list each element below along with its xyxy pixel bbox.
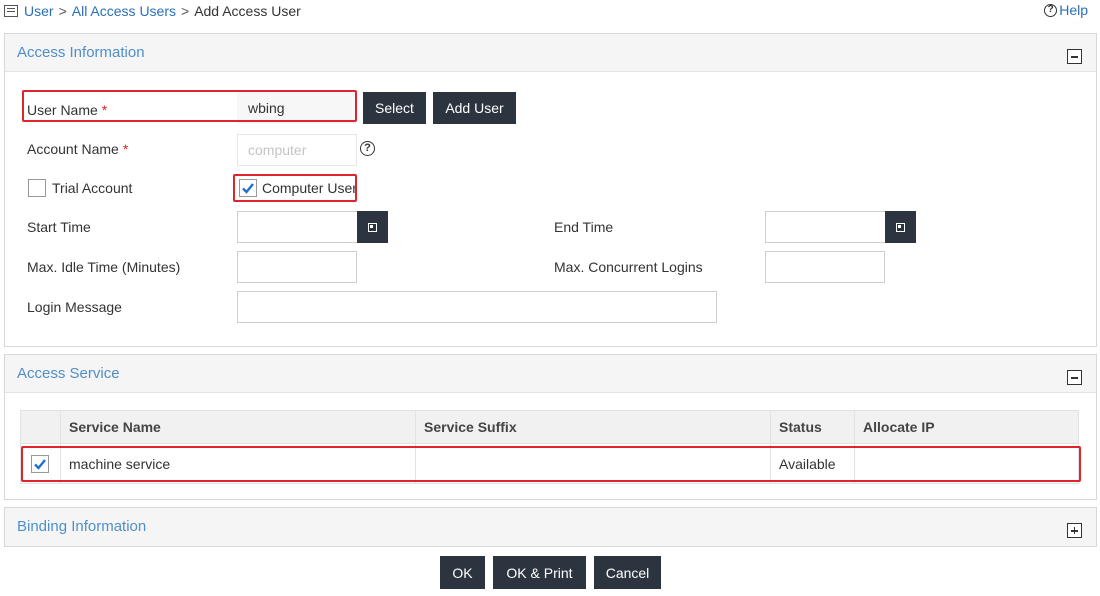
column-header-status[interactable]: Status bbox=[771, 410, 854, 444]
ok-button[interactable]: OK bbox=[440, 556, 485, 589]
cancel-button[interactable]: Cancel bbox=[594, 556, 661, 589]
end-time-input[interactable] bbox=[765, 211, 886, 243]
column-header-service-suffix[interactable]: Service Suffix bbox=[416, 410, 770, 444]
trial-account-label: Trial Account bbox=[52, 180, 133, 196]
access-service-header[interactable]: Access Service bbox=[5, 355, 1096, 393]
row-select-checkbox[interactable] bbox=[31, 455, 49, 473]
service-name-cell: machine service bbox=[69, 456, 171, 472]
calendar-icon bbox=[896, 222, 905, 232]
computer-user-checkbox[interactable] bbox=[239, 179, 257, 197]
breadcrumb-current: Add Access User bbox=[194, 3, 301, 19]
breadcrumb-separator: > bbox=[181, 3, 190, 19]
service-suffix-cell bbox=[416, 444, 770, 484]
end-time-label: End Time bbox=[554, 219, 614, 235]
help-link[interactable]: ? Help bbox=[1044, 2, 1088, 18]
trial-account-checkbox[interactable] bbox=[28, 179, 46, 197]
column-header-service-name[interactable]: Service Name bbox=[61, 410, 415, 444]
breadcrumb-all-access-users-link[interactable]: All Access Users bbox=[72, 3, 176, 19]
collapse-icon[interactable] bbox=[1067, 370, 1082, 385]
calendar-icon bbox=[368, 222, 377, 232]
access-information-header[interactable]: Access Information bbox=[5, 34, 1096, 72]
add-user-button[interactable]: Add User bbox=[433, 92, 516, 124]
breadcrumb: User > All Access Users > Add Access Use… bbox=[4, 2, 301, 20]
computer-user-label: Computer User bbox=[262, 180, 357, 196]
expand-icon[interactable] bbox=[1067, 523, 1082, 538]
checkmark-icon bbox=[242, 183, 254, 194]
breadcrumb-user-link[interactable]: User bbox=[24, 3, 54, 19]
account-name-placeholder: computer bbox=[248, 142, 307, 158]
panel-title: Access Information bbox=[17, 44, 145, 61]
column-header-allocate-ip[interactable]: Allocate IP bbox=[855, 410, 1079, 444]
user-list-icon bbox=[4, 5, 18, 17]
allocate-ip-cell bbox=[855, 444, 1079, 484]
question-circle-icon: ? bbox=[1044, 3, 1058, 17]
panel-title: Access Service bbox=[17, 365, 120, 382]
max-concurrent-logins-label: Max. Concurrent Logins bbox=[554, 259, 703, 275]
start-time-label: Start Time bbox=[27, 219, 91, 235]
account-name-field[interactable]: computer bbox=[237, 134, 357, 166]
end-time-calendar-button[interactable] bbox=[885, 211, 916, 243]
status-cell: Available bbox=[779, 456, 836, 472]
breadcrumb-separator: > bbox=[58, 3, 67, 19]
checkmark-icon bbox=[34, 459, 46, 470]
user-name-field[interactable]: wbing bbox=[237, 92, 356, 124]
ok-print-button[interactable]: OK & Print bbox=[493, 556, 586, 589]
binding-information-header[interactable]: Binding Information bbox=[5, 508, 1096, 546]
help-label: Help bbox=[1059, 2, 1088, 18]
select-button[interactable]: Select bbox=[363, 92, 426, 124]
start-time-input[interactable] bbox=[237, 211, 358, 243]
login-message-label: Login Message bbox=[27, 299, 122, 315]
start-time-calendar-button[interactable] bbox=[357, 211, 388, 243]
panel-title: Binding Information bbox=[17, 518, 147, 535]
binding-information-panel: Binding Information bbox=[4, 507, 1097, 547]
user-name-label: User Name * bbox=[27, 102, 108, 118]
account-name-label: Account Name * bbox=[27, 141, 129, 157]
max-concurrent-logins-input[interactable] bbox=[765, 251, 885, 283]
max-idle-time-label: Max. Idle Time (Minutes) bbox=[27, 259, 181, 275]
collapse-icon[interactable] bbox=[1067, 49, 1082, 64]
login-message-input[interactable] bbox=[237, 291, 717, 323]
max-idle-time-input[interactable] bbox=[237, 251, 357, 283]
question-circle-icon[interactable]: ? bbox=[360, 141, 375, 156]
